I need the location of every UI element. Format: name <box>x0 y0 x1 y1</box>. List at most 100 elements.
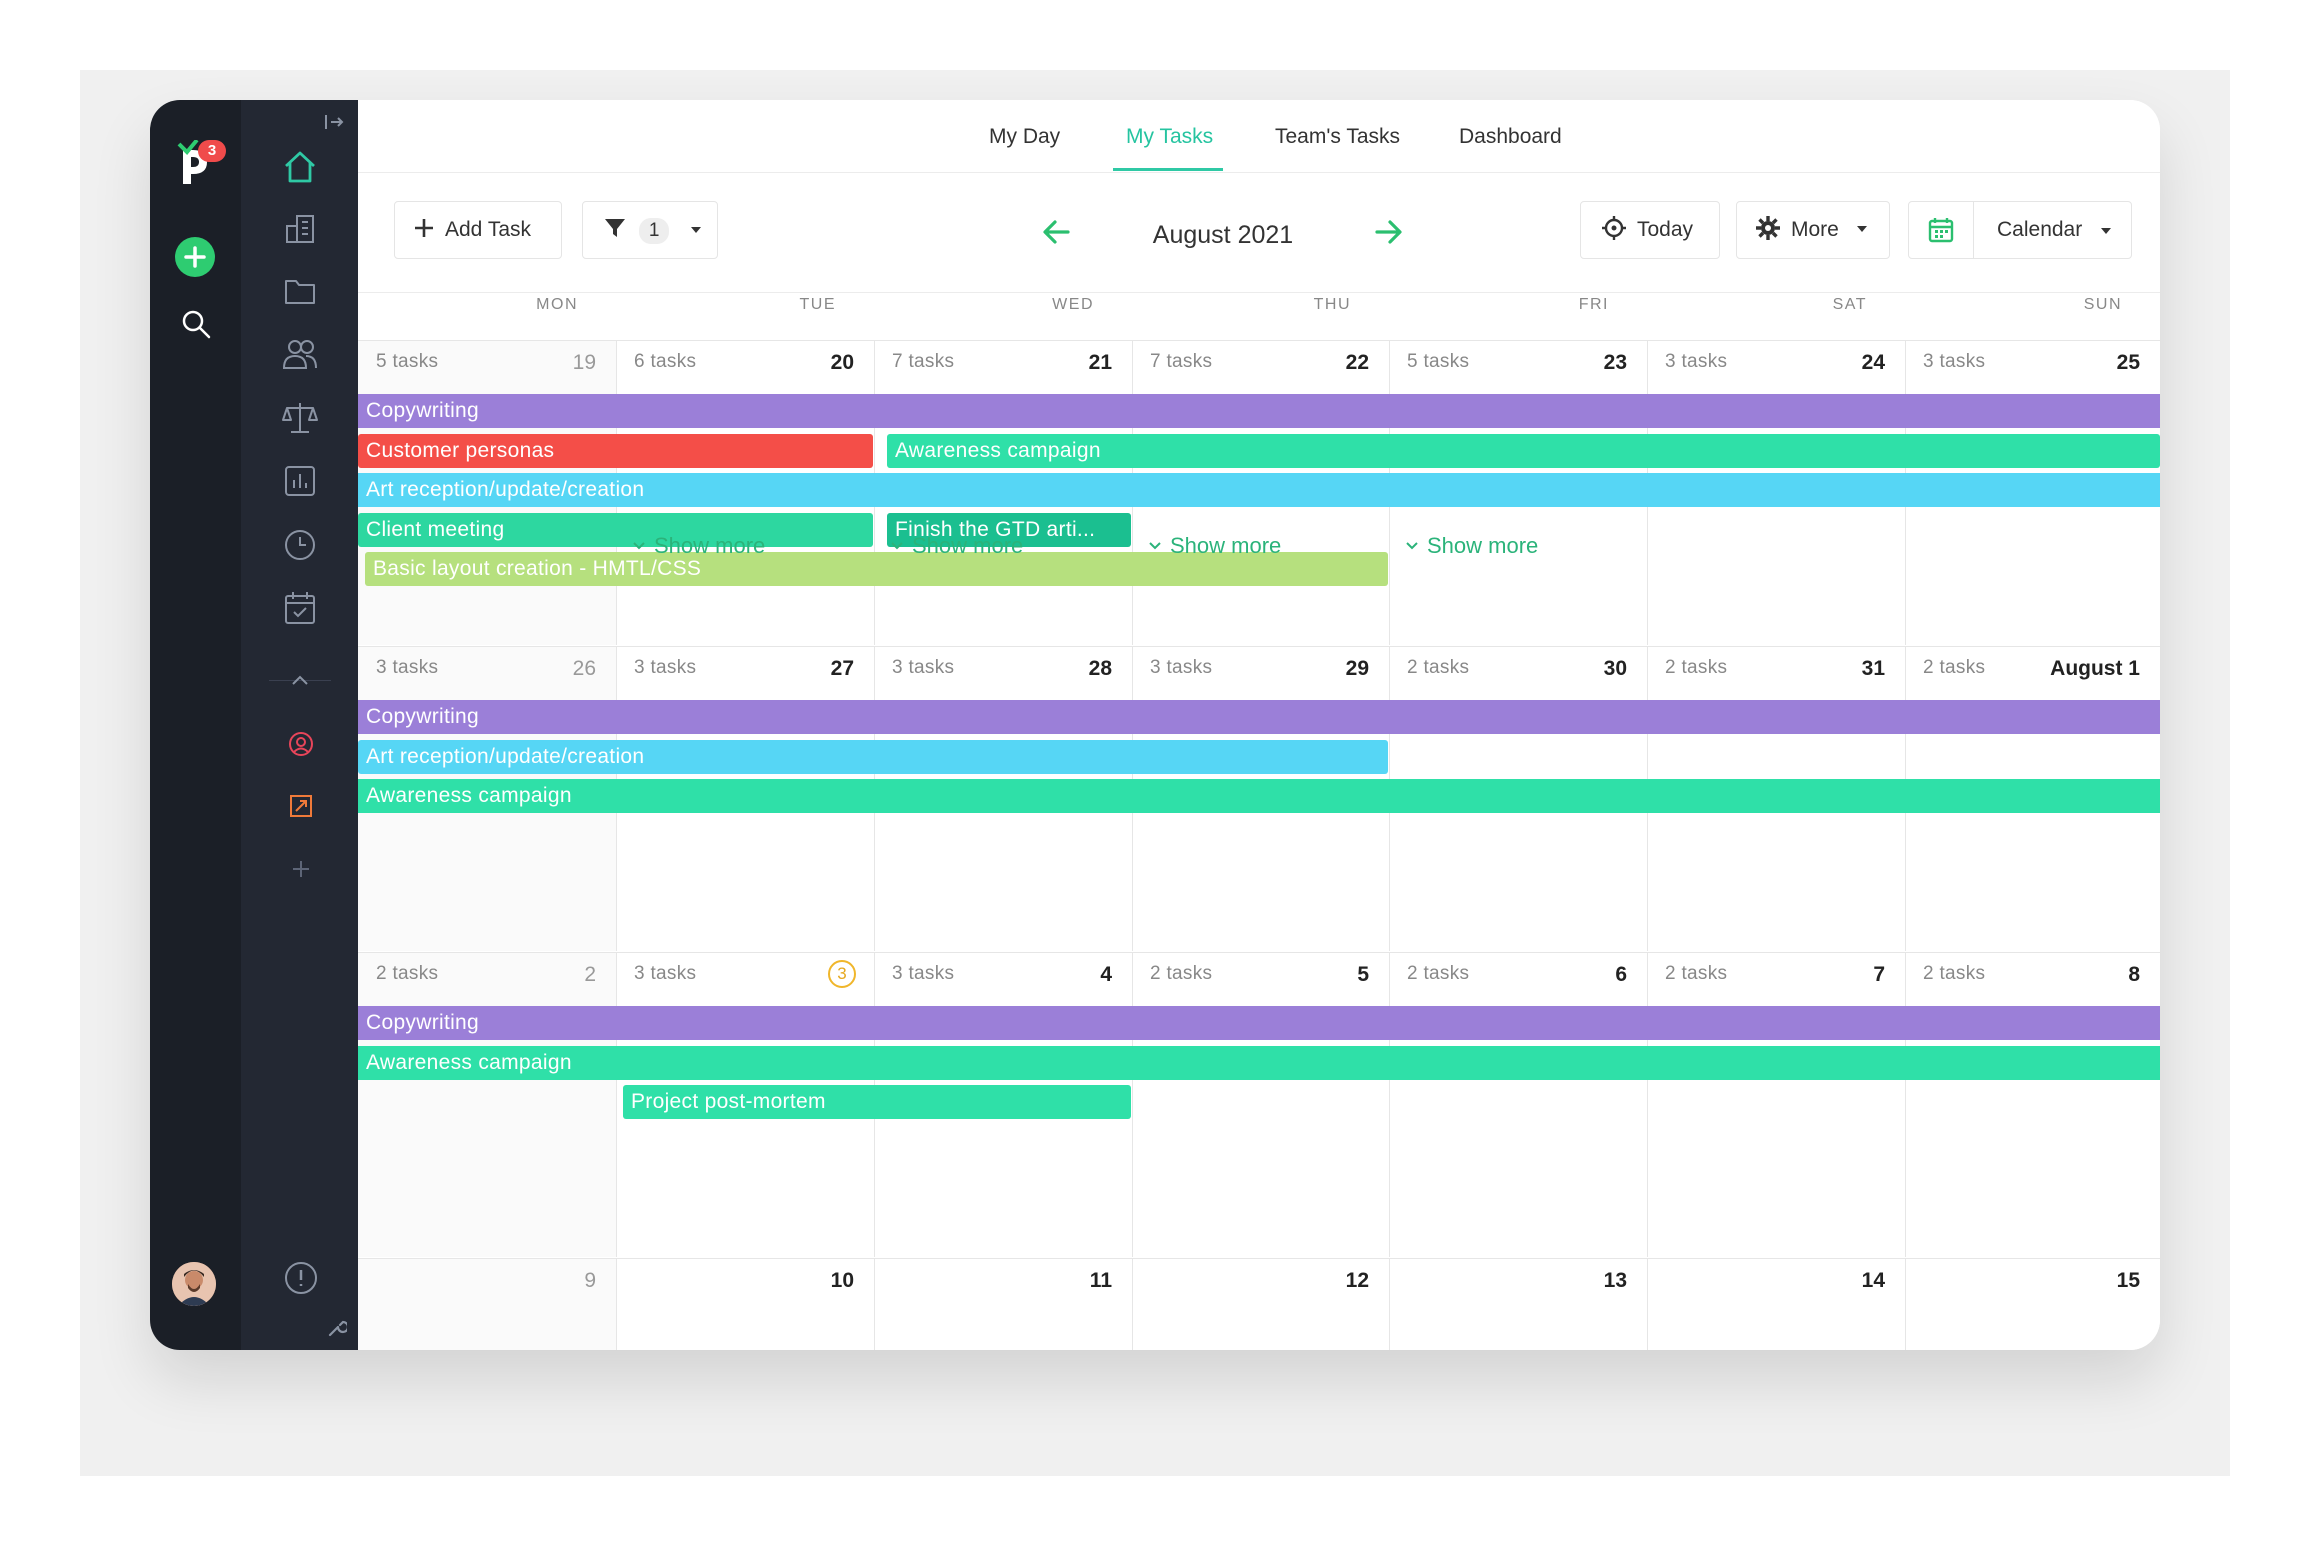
weekday-label: THU <box>1313 296 1351 313</box>
crosshair-icon <box>1602 216 1626 240</box>
task-bar[interactable]: Client meeting <box>358 512 873 547</box>
presentation-icon[interactable] <box>287 792 315 820</box>
task-bar[interactable]: Art reception/update/creation <box>358 739 1388 774</box>
day-number[interactable]: 29 <box>1132 657 1369 681</box>
today-button[interactable]: Today <box>1580 201 1720 259</box>
day-number[interactable]: 7 <box>1647 963 1885 987</box>
search-icon[interactable] <box>180 308 212 340</box>
tab-my-tasks[interactable]: My Tasks <box>1126 122 1213 172</box>
today-day-number[interactable]: 3 <box>828 960 856 988</box>
tab-dashboard[interactable]: Dashboard <box>1459 122 1562 172</box>
day-number[interactable]: 26 <box>358 657 596 681</box>
show-more-link[interactable]: Show more <box>890 533 1023 559</box>
task-bar-label: Customer personas <box>366 438 555 462</box>
filter-icon <box>605 219 625 237</box>
more-button[interactable]: More <box>1736 201 1890 259</box>
folder-icon[interactable] <box>283 276 317 306</box>
day-number[interactable]: 25 <box>1905 351 2140 375</box>
chevron-down-icon <box>1149 542 1161 550</box>
day-number[interactable]: 24 <box>1647 351 1885 375</box>
task-bar[interactable]: Awareness campaign <box>358 779 2160 813</box>
day-number[interactable]: 20 <box>616 351 854 375</box>
next-month-arrow-icon[interactable] <box>1374 219 1404 245</box>
day-number[interactable]: 11 <box>874 1269 1112 1293</box>
task-bar-label: Art reception/update/creation <box>366 478 645 501</box>
day-number[interactable]: 13 <box>1389 1269 1627 1293</box>
quick-add-button[interactable] <box>175 237 215 277</box>
task-bar[interactable]: Awareness campaign <box>358 1045 2160 1080</box>
clock-icon[interactable] <box>283 528 317 562</box>
avatar-image <box>172 1262 216 1306</box>
add-space-icon[interactable] <box>290 858 312 880</box>
tab-my-day[interactable]: My Day <box>989 122 1060 172</box>
day-number[interactable]: 8 <box>1905 963 2140 987</box>
chevron-down-icon <box>633 542 645 550</box>
day-number[interactable]: 30 <box>1389 657 1627 681</box>
view-switcher[interactable]: Calendar <box>1908 201 2132 259</box>
task-bar[interactable]: Customer personas <box>358 433 873 468</box>
day-number[interactable]: 21 <box>874 351 1112 375</box>
day-number[interactable]: 10 <box>616 1269 854 1293</box>
top-nav-tabs: My Day My Tasks Team's Tasks Dashboard <box>358 100 2160 173</box>
wrench-icon[interactable] <box>327 1318 347 1338</box>
calendar-check-icon[interactable] <box>283 590 317 626</box>
day-number[interactable]: 28 <box>874 657 1112 681</box>
task-bar[interactable]: Copywriting <box>358 700 2160 734</box>
task-bar-label: Awareness campaign <box>366 784 572 807</box>
add-task-label: Add Task <box>445 218 531 241</box>
task-bar-label: Copywriting <box>366 1011 480 1034</box>
today-label: Today <box>1637 218 1694 241</box>
weekday-label: SAT <box>1832 296 1867 313</box>
add-task-button[interactable]: Add Task <box>394 201 562 259</box>
day-number[interactable]: 14 <box>1647 1269 1885 1293</box>
filter-button[interactable]: 1 <box>582 201 718 259</box>
tab-teams-tasks[interactable]: Team's Tasks <box>1275 122 1400 172</box>
user-circle-icon[interactable] <box>287 730 315 758</box>
day-number[interactable]: 15 <box>1905 1269 2140 1293</box>
plus-icon <box>184 246 206 268</box>
clients-icon[interactable] <box>283 212 317 246</box>
task-bar[interactable]: Copywriting <box>358 1006 2160 1040</box>
day-number[interactable]: 22 <box>1132 351 1369 375</box>
balance-icon[interactable] <box>281 400 319 436</box>
day-cell-shade <box>358 953 616 1257</box>
show-more-link[interactable]: Show more <box>1148 533 1281 559</box>
task-bar-label: Awareness campaign <box>895 438 1101 462</box>
day-number[interactable]: 19 <box>358 351 596 375</box>
day-number[interactable]: 2 <box>358 963 596 987</box>
team-icon[interactable] <box>281 338 319 370</box>
task-bar[interactable]: Project post-mortem <box>623 1085 1131 1119</box>
collapse-sidebar-icon[interactable] <box>323 112 345 132</box>
prev-month-arrow-icon[interactable] <box>1041 219 1071 245</box>
view-label: Calendar <box>1997 218 2083 241</box>
day-number[interactable]: August 1 <box>1905 657 2140 681</box>
weekday-label: SUN <box>2083 296 2122 313</box>
task-bar[interactable]: Art reception/update/creation <box>358 473 2160 507</box>
day-number[interactable]: 23 <box>1389 351 1627 375</box>
app-window: 3 My Day My Tasks Team's Tasks Dashboard… <box>150 100 2160 1350</box>
more-label: More <box>1791 218 1839 241</box>
week-row-divider <box>358 340 2160 341</box>
day-number[interactable]: 12 <box>1132 1269 1369 1293</box>
day-number[interactable]: 9 <box>358 1269 596 1293</box>
home-icon[interactable] <box>281 148 319 186</box>
info-icon[interactable] <box>283 1260 319 1296</box>
weekday-label: MON <box>536 296 578 313</box>
day-number[interactable]: 4 <box>874 963 1112 987</box>
user-avatar[interactable] <box>172 1262 216 1306</box>
reports-icon[interactable] <box>283 464 317 498</box>
task-bar[interactable]: Copywriting <box>358 394 2160 428</box>
chevron-up-icon[interactable] <box>290 673 310 687</box>
day-number[interactable]: 6 <box>1389 963 1627 987</box>
show-more-link[interactable]: Show more <box>1405 533 1538 559</box>
task-bar-label: Project post-mortem <box>631 1090 826 1113</box>
day-number[interactable]: 27 <box>616 657 854 681</box>
task-bar[interactable]: Awareness campaign <box>887 433 2160 468</box>
day-cell-divider <box>1132 952 1133 1257</box>
day-number[interactable]: 31 <box>1647 657 1885 681</box>
day-number[interactable]: 5 <box>1132 963 1369 987</box>
gear-icon <box>1756 216 1780 240</box>
calendar-view-button[interactable] <box>1909 202 1974 258</box>
weekday-label: TUE <box>799 296 836 313</box>
show-more-link[interactable]: Show more <box>632 533 765 559</box>
